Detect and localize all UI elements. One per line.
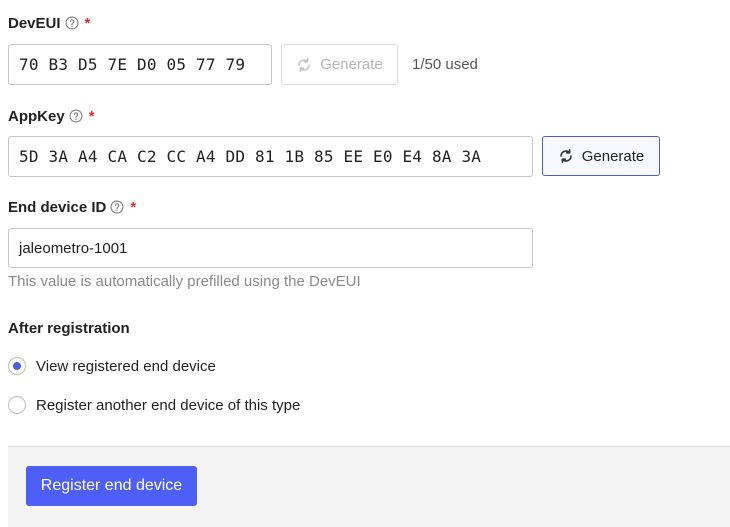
radio-button-selected[interactable] — [8, 357, 26, 375]
help-icon[interactable] — [69, 109, 83, 123]
required-mark: * — [84, 14, 91, 32]
help-icon[interactable] — [110, 200, 124, 214]
deveui-generate-button[interactable]: Generate — [281, 44, 398, 85]
appkey-label: AppKey * — [8, 106, 95, 126]
appkey-generate-button[interactable]: Generate — [542, 136, 660, 176]
after-registration-label: After registration — [8, 318, 130, 338]
generate-label: Generate — [581, 147, 645, 165]
form-footer: Register end device — [8, 446, 730, 527]
deveui-label-text: DevEUI — [8, 14, 61, 32]
appkey-input[interactable]: 5D 3A A4 CA C2 CC A4 DD 81 1B 85 EE E0 E… — [8, 136, 533, 177]
refresh-icon — [559, 149, 572, 163]
deveui-value: 70 B3 D5 7E D0 05 77 79 — [19, 55, 246, 74]
radio-label: View registered end device — [36, 357, 216, 375]
radio-register-another[interactable]: Register another end device of this type — [8, 396, 300, 414]
refresh-icon — [298, 57, 311, 72]
end-device-id-hint: This value is automatically prefilled us… — [8, 273, 361, 290]
deveui-input[interactable]: 70 B3 D5 7E D0 05 77 79 — [8, 44, 272, 85]
end-device-id-label-text: End device ID — [8, 198, 107, 216]
required-mark: * — [130, 198, 137, 216]
usage-counter: 1/50 used — [412, 56, 478, 73]
end-device-id-label: End device ID * — [8, 197, 136, 217]
end-device-id-value: jaleometro-1001 — [19, 239, 128, 257]
appkey-label-text: AppKey — [8, 107, 65, 125]
appkey-value: 5D 3A A4 CA C2 CC A4 DD 81 1B 85 EE E0 E… — [19, 147, 482, 166]
register-end-device-button[interactable]: Register end device — [26, 466, 197, 506]
help-icon[interactable] — [65, 16, 79, 30]
required-mark: * — [88, 107, 95, 125]
radio-label: Register another end device of this type — [36, 396, 301, 414]
deveui-label: DevEUI * — [8, 13, 90, 33]
after-registration-label-text: After registration — [8, 319, 130, 337]
radio-view-registered[interactable]: View registered end device — [8, 357, 216, 375]
radio-dot — [13, 362, 21, 370]
radio-button[interactable] — [8, 396, 26, 414]
end-device-id-input[interactable]: jaleometro-1001 — [8, 228, 533, 268]
generate-label: Generate — [320, 56, 383, 73]
